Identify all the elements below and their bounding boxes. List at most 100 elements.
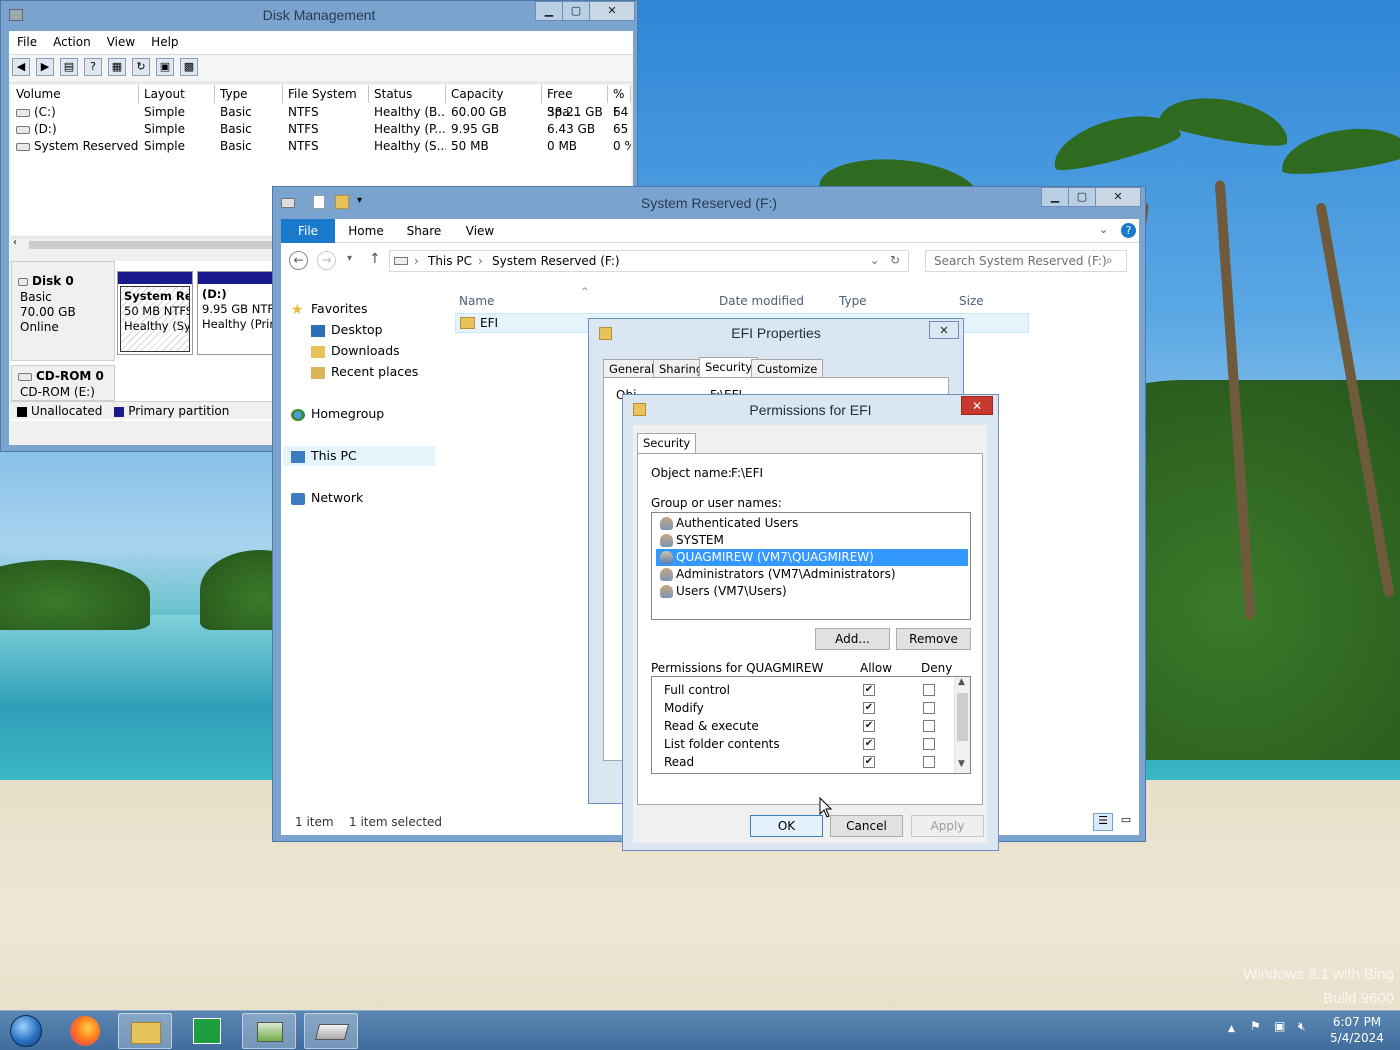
explorer-titlebar[interactable]: ▾ System Reserved (F:) ▁ ▢ ✕ xyxy=(273,187,1145,217)
forward-arrow-icon[interactable]: ▶ xyxy=(36,58,54,76)
taskbar-store[interactable] xyxy=(180,1013,234,1049)
cancel-button[interactable]: Cancel xyxy=(830,815,903,837)
minimize-button[interactable]: ▁ xyxy=(1041,187,1069,207)
nav-homegroup[interactable]: Homegroup xyxy=(291,404,384,424)
properties-icon[interactable]: ▦ xyxy=(108,58,126,76)
column-header-free-space[interactable]: Free Spa... xyxy=(542,85,608,119)
search-icon[interactable]: ⌕ xyxy=(1106,253,1113,268)
allow-read-execute-checkbox[interactable]: ✔ xyxy=(863,720,875,732)
column-header-capacity[interactable]: Capacity xyxy=(446,85,542,103)
refresh-icon[interactable]: ↻ xyxy=(132,58,150,76)
list-item[interactable]: Administrators (VM7\Administrators) xyxy=(656,566,968,583)
address-bar[interactable]: › This PC › System Reserved (F:) ⌄ ↻ xyxy=(389,250,909,272)
menu-action[interactable]: Action xyxy=(45,31,99,53)
disk-mgmt-titlebar[interactable]: Disk Management ▁ ▢ ✕ xyxy=(1,1,637,31)
tab-share[interactable]: Share xyxy=(399,219,449,243)
tab-file[interactable]: File xyxy=(281,219,335,243)
menu-view[interactable]: View xyxy=(99,31,143,53)
tab-customize[interactable]: Customize xyxy=(751,359,824,379)
column-header-status[interactable]: Status xyxy=(369,85,446,103)
close-button[interactable]: ✕ xyxy=(961,396,993,415)
deny-read-execute-checkbox[interactable] xyxy=(923,720,935,732)
nav-desktop[interactable]: Desktop xyxy=(311,320,383,340)
close-button[interactable]: ✕ xyxy=(1095,187,1141,207)
scroll-left-icon[interactable]: ‹ xyxy=(13,237,17,248)
deny-read-checkbox[interactable] xyxy=(923,756,935,768)
deny-list-folder-checkbox[interactable] xyxy=(923,738,935,750)
column-name[interactable]: Name xyxy=(459,294,494,308)
taskbar-disk-management[interactable] xyxy=(242,1013,296,1049)
forward-icon[interactable]: → xyxy=(317,251,336,270)
network-icon[interactable]: ▣ xyxy=(1274,1019,1285,1033)
table-row[interactable]: (D:) Simple Basic NTFS Healthy (P... 9.9… xyxy=(11,121,631,138)
volume-muted-icon[interactable]: 🔇︎ xyxy=(1298,1019,1306,1034)
action-center-flag-icon[interactable]: ⚑ xyxy=(1250,1019,1261,1033)
column-header-volume[interactable]: Volume xyxy=(11,85,139,103)
allow-list-folder-checkbox[interactable]: ✔ xyxy=(863,738,875,750)
column-header-type[interactable]: Type xyxy=(215,85,283,103)
recent-locations-icon[interactable]: ▾ xyxy=(347,253,352,264)
partition-system-reserved[interactable]: System Res 50 MB NTFS Healthy (Sys xyxy=(117,271,193,355)
details-view-icon[interactable]: ☰ xyxy=(1093,813,1113,831)
scroll-up-icon[interactable]: ▲ xyxy=(958,677,965,687)
help-icon[interactable]: ? xyxy=(1121,223,1136,238)
breadcrumb-this-pc[interactable]: This PC xyxy=(428,254,472,268)
list-item[interactable]: SYSTEM xyxy=(656,532,968,549)
column-date-modified[interactable]: Date modified xyxy=(719,294,804,308)
deny-full-control-checkbox[interactable] xyxy=(923,684,935,696)
allow-read-checkbox[interactable]: ✔ xyxy=(863,756,875,768)
column-size[interactable]: Size xyxy=(959,294,984,308)
allow-modify-checkbox[interactable]: ✔ xyxy=(863,702,875,714)
back-arrow-icon[interactable]: ◀ xyxy=(12,58,30,76)
column-header-filesystem[interactable]: File System xyxy=(283,85,369,103)
taskbar-file-explorer[interactable] xyxy=(118,1013,172,1049)
up-icon[interactable]: ↑ xyxy=(369,251,381,267)
disk0-info[interactable]: Disk 0 Basic 70.00 GB Online xyxy=(11,261,115,361)
cdrom0-info[interactable]: CD-ROM 0 CD-ROM (E:) xyxy=(11,365,115,401)
list-item[interactable]: Authenticated Users xyxy=(656,515,968,532)
add-button[interactable]: Add... xyxy=(815,628,890,650)
start-button[interactable] xyxy=(0,1013,52,1049)
menu-help[interactable]: Help xyxy=(143,31,186,53)
permissions-list[interactable]: Full control ✔ Modify ✔ Read & execute ✔… xyxy=(651,676,971,774)
refresh-icon[interactable]: ↻ xyxy=(890,253,900,267)
minimize-button[interactable]: ▁ xyxy=(535,1,563,21)
permissions-scrollbar[interactable]: ▲ ▼ xyxy=(954,677,970,773)
permissions-dialog[interactable]: Permissions for EFI ✕ Security Object na… xyxy=(622,394,999,851)
taskbar-drive-properties[interactable] xyxy=(304,1013,358,1049)
close-button[interactable]: ✕ xyxy=(929,321,959,339)
help-icon[interactable]: ? xyxy=(84,58,102,76)
back-icon[interactable]: ← xyxy=(289,251,308,270)
large-icons-view-icon[interactable]: ▭ xyxy=(1117,813,1135,831)
remove-button[interactable]: Remove xyxy=(896,628,971,650)
rescan-icon[interactable]: ▣ xyxy=(156,58,174,76)
list-item-selected[interactable]: QUAGMIREW (VM7\QUAGMIREW) xyxy=(656,549,968,566)
show-hidden-icons-icon[interactable]: ▲ xyxy=(1228,1024,1235,1034)
close-button[interactable]: ✕ xyxy=(589,1,635,21)
list-item[interactable]: Users (VM7\Users) xyxy=(656,583,968,600)
menu-file[interactable]: File xyxy=(9,31,45,53)
user-list[interactable]: Authenticated Users SYSTEM QUAGMIREW (VM… xyxy=(651,512,971,620)
scrollbar-thumb[interactable] xyxy=(957,693,968,741)
allow-full-control-checkbox[interactable]: ✔ xyxy=(863,684,875,696)
nav-downloads[interactable]: Downloads xyxy=(311,341,400,361)
tab-general[interactable]: General xyxy=(603,359,661,379)
taskbar-firefox[interactable] xyxy=(58,1013,112,1049)
tab-view[interactable]: View xyxy=(455,219,505,243)
apply-button[interactable]: Apply xyxy=(911,815,984,837)
tab-home[interactable]: Home xyxy=(341,219,391,243)
settings-icon[interactable]: ▩ xyxy=(180,58,198,76)
column-header-layout[interactable]: Layout xyxy=(139,85,215,103)
nav-favorites[interactable]: ★ Favorites xyxy=(291,299,367,319)
deny-modify-checkbox[interactable] xyxy=(923,702,935,714)
nav-this-pc[interactable]: This PC xyxy=(283,446,435,466)
nav-recent-places[interactable]: Recent places xyxy=(311,362,418,382)
expand-ribbon-icon[interactable]: ⌄ xyxy=(1099,223,1108,236)
search-box[interactable]: Search System Reserved (F:) ⌕ xyxy=(925,250,1127,272)
column-type[interactable]: Type xyxy=(839,294,867,308)
tab-security[interactable]: Security xyxy=(699,357,759,379)
address-dropdown-icon[interactable]: ⌄ xyxy=(870,254,879,267)
scroll-down-icon[interactable]: ▼ xyxy=(958,759,965,769)
scrollbar-thumb[interactable] xyxy=(29,241,279,249)
nav-network[interactable]: Network xyxy=(291,488,363,508)
